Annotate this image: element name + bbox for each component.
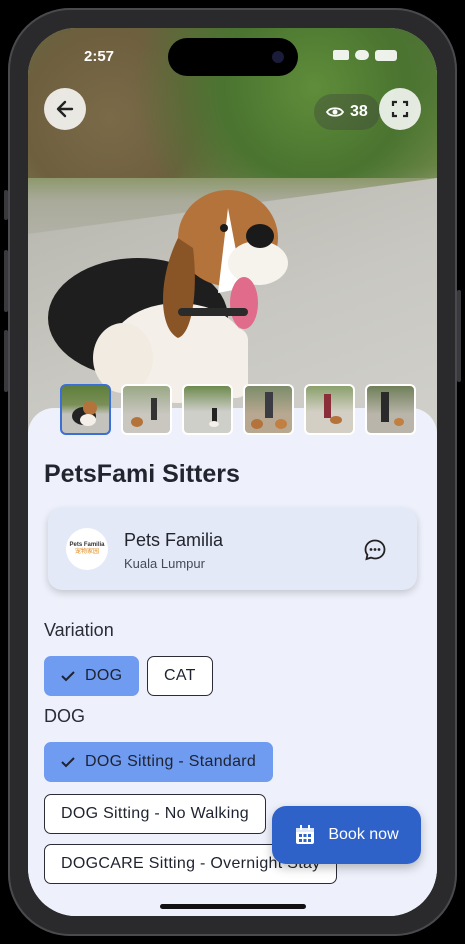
fullscreen-button[interactable] [379,88,421,130]
status-icons [333,50,397,61]
arrow-left-icon [56,100,74,118]
book-now-button[interactable]: Book now [272,806,421,864]
detail-sheet: PetsFami Sitters Pets Familia 宠物家园 Pets … [28,408,437,916]
thumbnail[interactable] [60,384,111,435]
service-option-no-walking[interactable]: DOG Sitting - No Walking [44,794,266,834]
check-icon [61,671,75,682]
volume-up-button [4,250,8,312]
chat-bubble-icon [364,539,386,561]
variation-label: Variation [44,620,114,640]
check-icon [61,757,75,768]
photo-thumbnails [60,384,416,435]
back-button[interactable] [44,88,86,130]
fullscreen-icon [391,100,409,118]
views-count: 38 [350,103,368,120]
home-indicator [160,904,306,909]
dynamic-island [168,38,298,76]
variation-option-dog[interactable]: DOG [44,656,140,696]
thumbnail[interactable] [121,384,172,435]
book-now-label: Book now [328,826,399,843]
variation-option-cat[interactable]: CAT [147,656,213,696]
power-button [457,290,461,382]
eye-icon [326,107,344,117]
seller-logo: Pets Familia 宠物家园 [66,528,108,570]
thumbnail[interactable] [304,384,355,435]
seller-card[interactable]: Pets Familia 宠物家园 Pets Familia Kuala Lum… [48,508,417,590]
service-option-standard[interactable]: DOG Sitting - Standard [44,742,274,782]
seller-location: Kuala Lumpur [124,556,205,571]
views-badge: 38 [314,94,380,130]
thumbnail[interactable] [365,384,416,435]
calendar-icon [296,825,315,844]
thumbnail[interactable] [182,384,233,435]
seller-name: Pets Familia [124,530,224,550]
volume-down-button [4,330,8,392]
chat-button[interactable] [363,538,387,567]
service-label: DOG [44,706,86,726]
action-button [4,190,8,220]
listing-title: PetsFami Sitters [44,460,240,488]
thumbnail[interactable] [243,384,294,435]
app-screen: 2:57 38 PetsFami Sitters Pets Familia 宠物… [28,28,437,916]
status-time: 2:57 [84,48,115,65]
